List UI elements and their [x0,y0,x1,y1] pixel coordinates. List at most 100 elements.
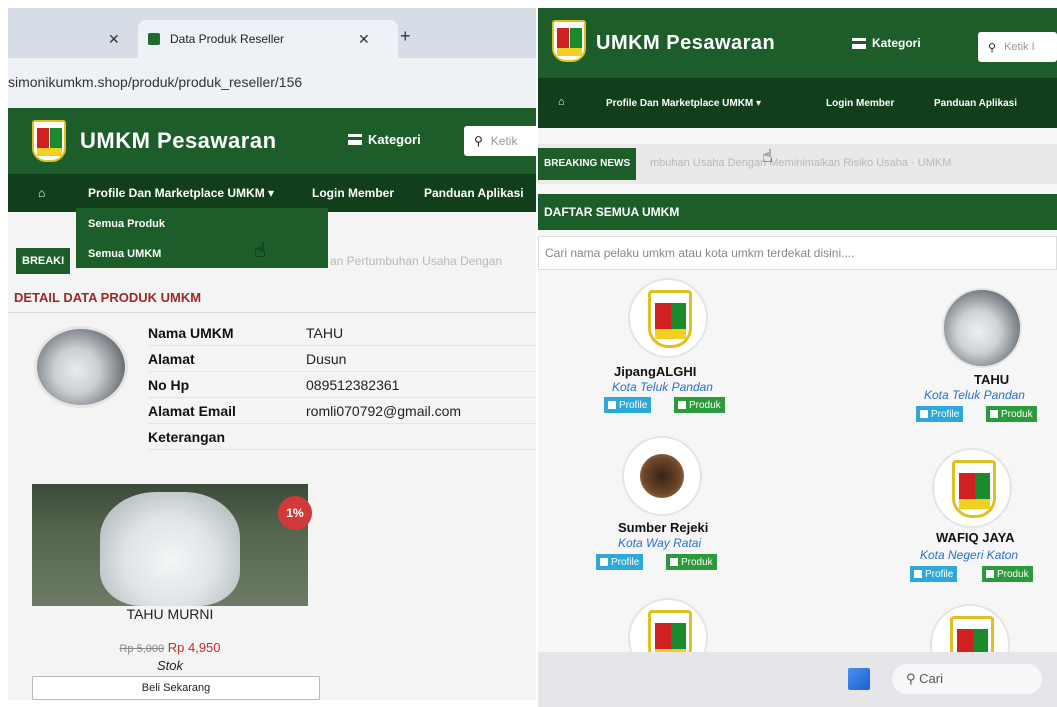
folder-icon [986,570,994,578]
detail-row-nama: Nama UMKM TAHU [148,320,536,346]
profile-button[interactable]: Profile [596,554,644,570]
breaking-news-ticker[interactable]: an Pertumbuhan Usaha Dengan [330,254,536,268]
user-icon [914,570,922,578]
profile-button[interactable]: Profile [910,566,958,582]
detail-value: Dusun [306,351,347,367]
umkm-city: Kota Way Ratai [618,536,702,550]
detail-value: 089512382361 [306,377,400,393]
search-input[interactable]: ⚲ Ketik I [978,32,1057,62]
product-name[interactable]: TAHU MURNI [32,606,308,622]
umkm-search-input[interactable]: Cari nama pelaku umkm atau kota umkm ter… [538,236,1057,270]
hand-cursor-icon: ☝ [762,146,773,166]
umkm-avatar[interactable] [622,436,702,516]
url-text: simonikumkm.shop/produk/produk_reseller/… [8,74,303,90]
detail-row-keterangan: Keterangan [148,424,536,450]
site-brand[interactable]: UMKM Pesawaran [596,32,775,55]
kategori-button[interactable]: Kategori [348,132,421,147]
breaking-news-ticker[interactable]: mbuhan Usaha Dengan Meminimalkan Risiko … [650,157,1057,169]
nav-item-login[interactable]: Login Member [826,98,894,109]
breaking-news-bar: BREAKING NEWS mbuhan Usaha Dengan Memini… [538,144,1057,184]
os-taskbar: ⚲ Cari [538,652,1057,707]
windows-start-icon[interactable] [848,668,870,690]
favicon-icon [148,33,160,45]
stok-label: Stok [156,658,183,673]
folder-icon [678,401,686,409]
produk-button[interactable]: Produk [986,406,1037,422]
kategori-button[interactable]: Kategori [852,36,921,50]
umkm-avatar[interactable] [628,278,708,358]
tab-title: Data Produk Reseller [170,32,285,46]
dropdown-item-semua-produk[interactable]: Semua Produk [88,218,165,230]
list-icon [852,37,866,49]
list-title: DAFTAR SEMUA UMKM [538,194,1057,230]
search-placeholder: Ketik [490,134,518,148]
umkm-avatar[interactable] [932,448,1012,528]
buy-now-button[interactable]: Beli Sekarang [32,676,320,700]
umkm-name[interactable]: Sumber Rejeki [618,520,708,535]
nav-item-profile-marketplace[interactable]: Profile Dan Marketplace UMKM ▾ [88,186,274,200]
profile-button[interactable]: Profile [916,406,964,422]
detail-row-alamat: Alamat Dusun [148,346,536,372]
search-icon: ⚲ [988,41,997,54]
umkm-city: Kota Teluk Pandan [612,380,713,394]
home-icon[interactable]: ⌂ [558,96,565,108]
old-price: Rp 5,000 [119,643,165,655]
pesawaran-logo-icon[interactable] [32,120,66,162]
umkm-name[interactable]: WAFIQ JAYA [936,530,1015,545]
search-input[interactable]: ⚲ Ketik [464,126,536,156]
main-nav: ⌂ Profile Dan Marketplace UMKM ▾ Login M… [8,174,536,212]
umkm-city: Kota Teluk Pandan [924,388,1025,402]
profile-button[interactable]: Profile [604,397,652,413]
umkm-name[interactable]: TAHU [974,372,1009,387]
umkm-avatar[interactable] [942,288,1022,368]
detail-value: TAHU [306,325,344,341]
produk-button[interactable]: Produk [666,554,717,570]
umkm-name[interactable]: JipangALGHI [614,364,696,379]
taskbar-search[interactable]: ⚲ Cari [892,664,1042,694]
user-icon [920,410,928,418]
user-icon [608,401,616,409]
detail-value: romli070792@gmail.com [306,403,462,419]
close-icon[interactable]: ✕ [108,31,120,48]
produk-button[interactable]: Produk [982,566,1033,582]
folder-icon [990,410,998,418]
dropdown-item-semua-umkm[interactable]: Semua UMKM [88,248,161,260]
browser-tab[interactable]: ✕ [8,20,138,58]
browser-tab-bar: ✕ Data Produk Reseller ✕ + [8,8,536,58]
site-header: UMKM Pesawaran Kategori ⚲ Ketik I [538,8,1057,78]
address-bar[interactable]: simonikumkm.shop/produk/produk_reseller/… [8,58,536,108]
list-icon [348,134,362,145]
close-icon[interactable]: ✕ [358,31,370,48]
home-icon[interactable]: ⌂ [38,186,45,200]
main-nav: ⌂ Profile Dan Marketplace UMKM ▾ Login M… [538,78,1057,128]
detail-row-email: Alamat Email romli070792@gmail.com [148,398,536,424]
umkm-avatar [34,326,128,408]
browser-tab-active[interactable]: Data Produk Reseller ✕ [138,20,398,58]
detail-key: Alamat Email [148,403,236,419]
left-screenshot: ✕ Data Produk Reseller ✕ + simonikumkm.s… [8,8,536,700]
taskbar-search-label: Cari [919,671,943,686]
search-icon: ⚲ [906,671,916,686]
nav-item-panduan[interactable]: Panduan Aplikasi [934,98,1017,109]
search-placeholder: Ketik I [1004,41,1035,53]
kategori-label: Kategori [368,132,421,147]
product-price: Rp 5,000 Rp 4,950 [32,640,308,655]
new-price: Rp 4,950 [167,640,221,655]
search-icon: ⚲ [474,134,483,148]
new-tab-button[interactable]: + [400,26,411,47]
umkm-city: Kota Negeri Katon [920,548,1019,562]
product-image[interactable] [32,484,308,606]
nav-item-login[interactable]: Login Member [312,186,394,200]
produk-button[interactable]: Produk [674,397,725,413]
detail-row-nohp: No Hp 089512382361 [148,372,536,398]
nav-item-profile-marketplace[interactable]: Profile Dan Marketplace UMKM ▾ [606,98,761,109]
detail-key: Alamat [148,351,195,367]
detail-key: Keterangan [148,429,226,445]
pesawaran-logo-icon[interactable] [552,20,586,62]
detail-key: No Hp [148,377,190,393]
right-screenshot: UMKM Pesawaran Kategori ⚲ Ketik I ⌂ Prof… [538,8,1057,707]
site-brand[interactable]: UMKM Pesawaran [80,128,277,154]
breaking-news-label: BREAKING NEWS [538,148,637,180]
nav-item-panduan[interactable]: Panduan Aplikasi [424,186,524,200]
page-title: DETAIL DATA PRODUK UMKM [14,290,202,305]
